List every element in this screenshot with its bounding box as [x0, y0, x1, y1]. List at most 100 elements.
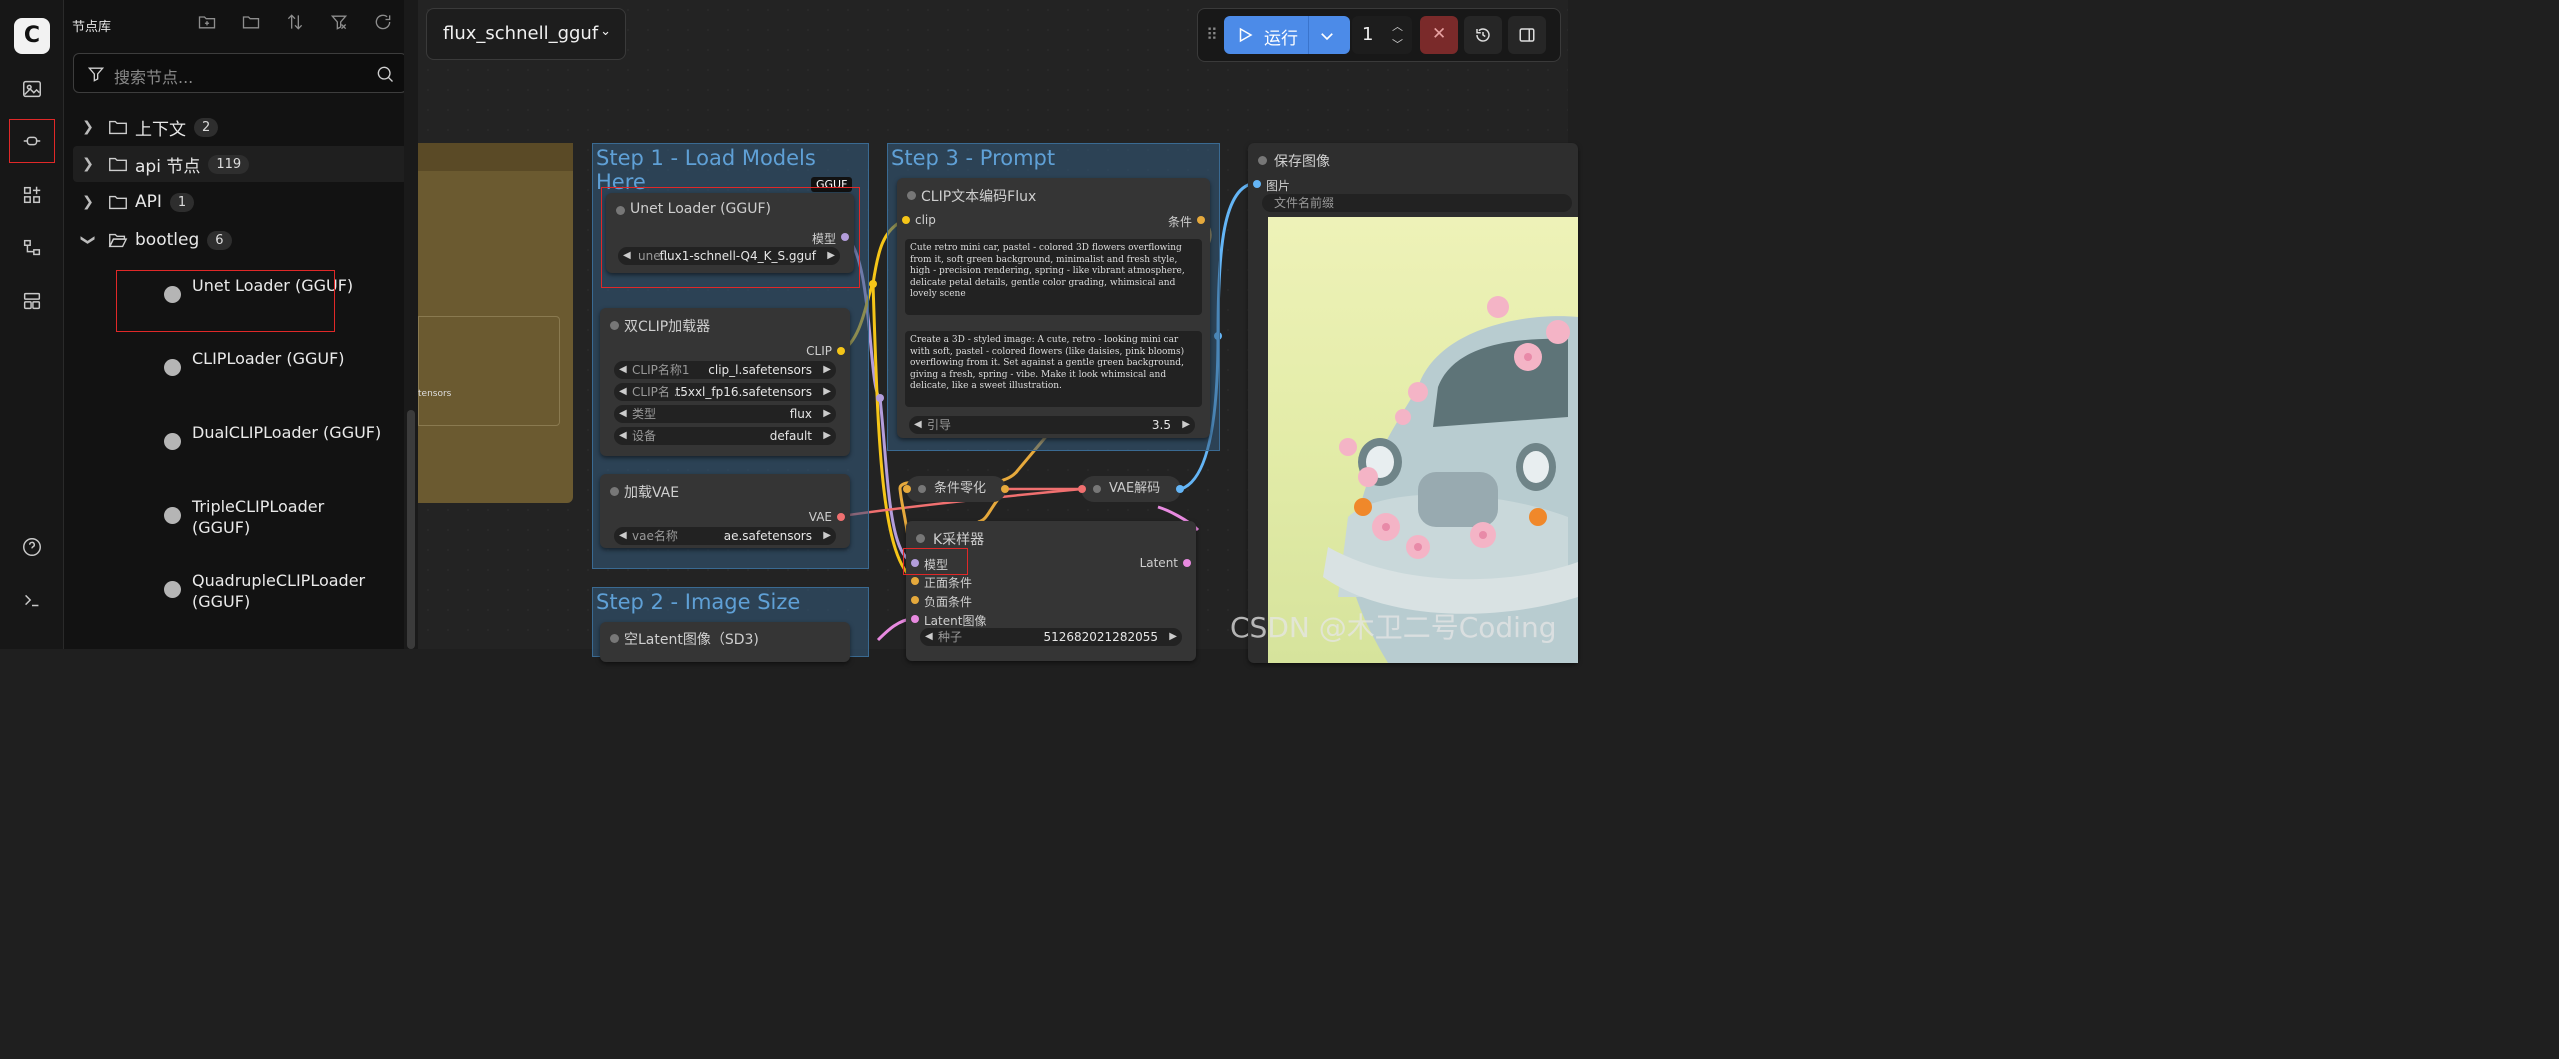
icon-rail: C [0, 0, 64, 649]
output-pin-latent[interactable] [1183, 559, 1191, 567]
widget-label: 文件名前缀 [1274, 196, 1335, 210]
input-pin-latent[interactable] [911, 615, 919, 623]
increment-icon[interactable]: ︿ [1392, 18, 1403, 34]
input-pin[interactable] [903, 485, 911, 493]
input-pin-clip[interactable] [902, 216, 910, 224]
widget-label: 类型 [632, 407, 657, 421]
refresh-icon[interactable] [373, 12, 397, 36]
workflows-icon[interactable] [14, 233, 50, 263]
node-save-image[interactable]: 保存图像 图片 文件名前缀 [1248, 143, 1578, 663]
input-pin-images[interactable] [1253, 180, 1261, 188]
filter-icon[interactable] [86, 64, 106, 84]
node-empty-latent[interactable]: 空Latent图像（SD3) [600, 622, 850, 662]
widget-device[interactable]: ◀ 设备 default ▶ [614, 427, 836, 445]
folder-icon [109, 120, 127, 135]
node-clip-text-encode-flux[interactable]: CLIP文本编码Flux clip 条件 Cute retro mini car… [897, 178, 1210, 438]
folder-count: 2 [194, 117, 219, 137]
input-pin-positive[interactable] [911, 577, 919, 585]
collapse-dot-icon[interactable] [610, 487, 619, 496]
new-folder-icon[interactable] [197, 12, 221, 36]
templates-icon[interactable] [14, 286, 50, 316]
widget-clip-name1[interactable]: ◀ CLIP名称1 clip_l.safetensors ▶ [614, 361, 836, 379]
watermark: CSDN @木卫二号Coding [1230, 611, 1557, 644]
sort-icon[interactable] [285, 12, 309, 36]
node-ksampler[interactable]: K采样器 模型 正面条件 负面条件 Latent图像 Latent ◀ 种子 512… [906, 521, 1196, 661]
folder-context[interactable]: ❯ 上下文 2 [73, 109, 407, 145]
widget-type[interactable]: ◀ 类型 flux ▶ [614, 405, 836, 423]
node-item-quadrupleclip[interactable]: QuadrupleCLIPLoader (GGUF) [164, 570, 382, 612]
chevron-right-icon: ❯ [82, 194, 94, 210]
scrollbar-thumb[interactable] [407, 410, 415, 649]
widget-filename-prefix[interactable]: 文件名前缀 [1262, 194, 1572, 212]
collapse-dot-icon[interactable] [1093, 485, 1101, 493]
node-dot-icon [164, 433, 181, 450]
decrement-icon[interactable]: ﹀ [1392, 36, 1403, 52]
close-icon: ✕ [1432, 24, 1447, 44]
panel-scrollbar[interactable] [404, 0, 418, 649]
workflow-name: flux_schnell_gguf [443, 23, 599, 44]
folder-icon[interactable] [241, 12, 265, 36]
prompt-textarea-2[interactable]: Create a 3D - styled image: A cute, retr… [905, 331, 1202, 407]
node-item-cliploader[interactable]: CLIPLoader (GGUF) [164, 348, 382, 376]
widget-vae-name[interactable]: ◀ vae名称 ae.safetensors ▶ [614, 527, 836, 545]
node-dual-clip-loader[interactable]: 双CLIP加载器 CLIP ◀ CLIP名称1 clip_l.safetensors… [600, 308, 850, 456]
output-pin[interactable] [1176, 485, 1184, 493]
chevron-down-icon[interactable]: ⌄ [600, 24, 611, 39]
node-conditioning-zero-out[interactable]: 条件零化 [903, 476, 1009, 502]
output-pin-vae[interactable] [837, 513, 845, 521]
folder-api-nodes[interactable]: ❯ api 节点 119 [73, 146, 407, 182]
input-pin[interactable] [1078, 485, 1086, 493]
chevron-right-icon: ❯ [82, 156, 94, 172]
node-item-label: DualCLIPLoader (GGUF) [192, 423, 382, 442]
folder-bootleg[interactable]: ❯ bootleg 6 [73, 222, 407, 258]
chevron-down-icon[interactable] [1318, 27, 1336, 45]
terminal-icon[interactable] [14, 585, 50, 615]
collapse-dot-icon[interactable] [918, 485, 926, 493]
folder-api[interactable]: ❯ API 1 [73, 184, 407, 220]
collapse-dot-icon[interactable] [1258, 156, 1267, 165]
widget-clip-name2[interactable]: ◀ CLIP名 ... t5xxl_fp16.safetensors ▶ [614, 383, 836, 401]
input-pin-negative[interactable] [911, 596, 919, 604]
widget-seed[interactable]: ◀ 种子 512682021282055 ▶ [920, 628, 1182, 646]
collapse-dot-icon[interactable] [916, 534, 925, 543]
node-item-label: TripleCLIPLoader (GGUF) [192, 497, 325, 537]
input-label: 图片 [1266, 179, 1291, 193]
batch-count-stepper[interactable]: 1 ︿ ﹀ [1352, 16, 1412, 54]
collapse-dot-icon[interactable] [610, 321, 619, 330]
node-search-input[interactable]: 搜索节点... [73, 53, 407, 93]
widget-label: 引导 [927, 418, 952, 432]
model-library-icon[interactable] [14, 180, 50, 210]
group-title: Step 2 - Image Size [596, 590, 801, 614]
node-library-icon[interactable] [14, 126, 50, 156]
queue-history-button[interactable] [1464, 16, 1502, 54]
drag-handle-icon[interactable]: ⠿ [1206, 25, 1218, 44]
folder-icon [109, 195, 127, 210]
run-button[interactable]: 运行 [1224, 16, 1350, 54]
help-icon[interactable] [14, 532, 50, 562]
cancel-run-button[interactable]: ✕ [1420, 16, 1458, 54]
node-vae-decode[interactable]: VAE解码 [1078, 476, 1184, 502]
output-image-preview[interactable] [1268, 217, 1578, 663]
node-load-vae[interactable]: 加载VAE VAE ◀ vae名称 ae.safetensors ▶ [600, 474, 850, 548]
widget-label: CLIP名称1 [632, 363, 690, 377]
output-pin-clip[interactable] [837, 347, 845, 355]
node-item-tripleclip[interactable]: TripleCLIPLoader (GGUF) [164, 496, 382, 538]
node-item-dualcliploader[interactable]: DualCLIPLoader (GGUF) [164, 422, 382, 450]
workflow-tab[interactable]: flux_schnell_gguf ⌄ [426, 8, 626, 60]
widget-guidance[interactable]: ◀ 引导 3.5 ▶ [909, 416, 1195, 434]
folder-count: 119 [208, 154, 250, 174]
image-gallery-icon[interactable] [14, 74, 50, 104]
app-logo[interactable]: C [14, 18, 50, 54]
output-pin-conditioning[interactable] [1197, 216, 1205, 224]
collapse-dot-icon[interactable] [610, 634, 619, 643]
collapse-dot-icon[interactable] [907, 191, 916, 200]
play-icon [1239, 27, 1253, 43]
toggle-panel-button[interactable] [1508, 16, 1546, 54]
output-pin[interactable] [1001, 485, 1009, 493]
search-icon[interactable] [375, 64, 395, 84]
widget-label: vae名称 [632, 529, 678, 543]
group-title: Step 3 - Prompt [891, 146, 1056, 170]
filter-clear-icon[interactable] [329, 12, 353, 36]
prompt-textarea-1[interactable]: Cute retro mini car, pastel - colored 3D… [905, 239, 1202, 315]
widget-label: 设备 [632, 429, 657, 443]
